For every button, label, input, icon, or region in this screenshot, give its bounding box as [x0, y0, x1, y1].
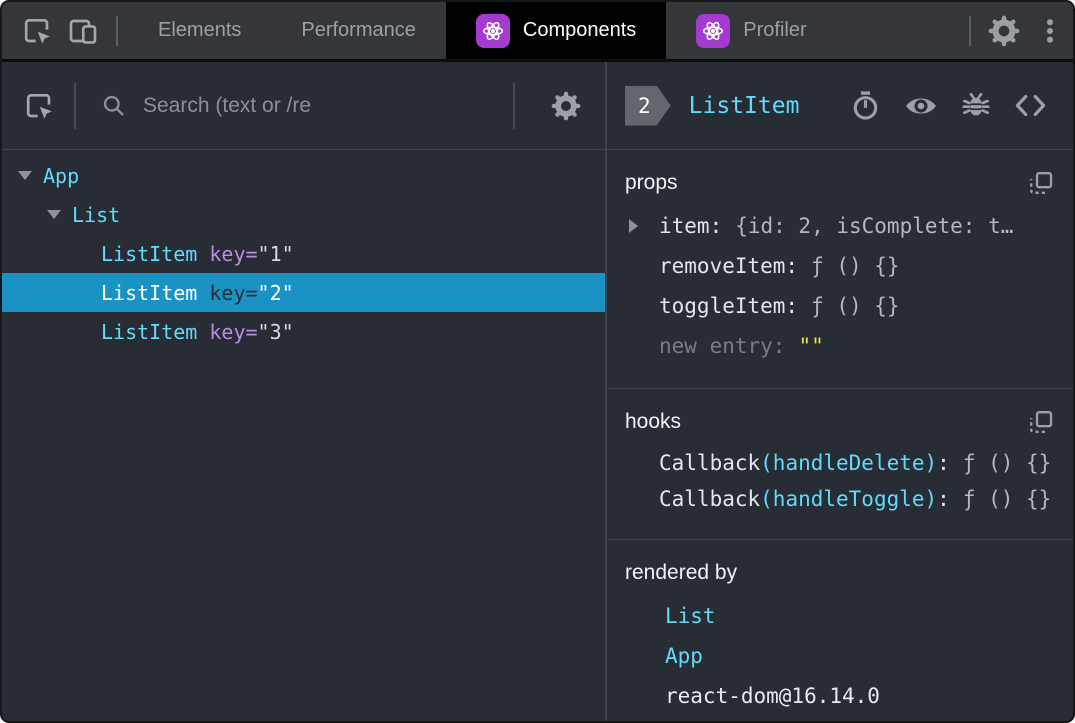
inspect-dom-eye-icon[interactable] — [904, 89, 938, 123]
rendered-by-app[interactable]: App — [615, 636, 1055, 676]
inspect-cursor-icon — [21, 15, 53, 47]
tree-row-listitem-1[interactable]: ListItem key= "1" — [2, 234, 605, 273]
key-value: "3" — [257, 319, 294, 344]
tree-row-listitem-3[interactable]: ListItem key= "3" — [2, 312, 605, 351]
prop-name: item: — [659, 214, 723, 238]
hooks-section-title: hooks — [625, 410, 682, 433]
log-bug-icon[interactable] — [961, 91, 991, 121]
toolbar-separator — [513, 82, 515, 129]
hook-name: Callback — [659, 451, 761, 475]
hook-colon: : — [937, 487, 950, 511]
copy-props-button[interactable] — [1027, 169, 1055, 197]
devtools-tab-bar: Elements Performance Components Profiler — [2, 2, 1073, 62]
device-toolbar-icon — [67, 15, 99, 47]
hook-value: ƒ () {} — [962, 487, 1052, 511]
hook-callback-name: (handleDelete) — [760, 451, 938, 475]
gear-icon — [551, 91, 581, 121]
hook-colon: : — [937, 451, 950, 475]
search-icon — [100, 92, 127, 119]
pick-component-button[interactable] — [16, 90, 62, 122]
tree-settings-button[interactable] — [543, 91, 589, 121]
chevron-right-icon[interactable] — [629, 219, 638, 233]
inspected-component-title: ListItem — [688, 92, 800, 119]
component-name: ListItem — [101, 280, 198, 305]
rendered-by-list[interactable]: List — [615, 596, 1055, 636]
prop-name: removeItem: — [659, 254, 799, 278]
prop-row-removeitem[interactable]: removeItem: ƒ () {} — [615, 246, 1055, 286]
component-name: App — [43, 163, 80, 188]
prop-row-item[interactable]: item: {id: 2, isComplete: t… — [615, 206, 1055, 246]
tab-bar-separator — [116, 15, 118, 46]
hook-value: ƒ () {} — [962, 451, 1052, 475]
components-panel: App List ListItem key="1" ListItem key="… — [2, 62, 1073, 721]
device-toolbar-button[interactable] — [60, 2, 106, 59]
inspect-element-button[interactable] — [14, 2, 60, 59]
prop-row-new-entry[interactable]: new entry: "" — [615, 326, 1055, 366]
new-entry-label: new entry: — [659, 334, 786, 358]
prop-row-toggleitem[interactable]: toggleItem: ƒ () {} — [615, 286, 1055, 326]
tab-performance[interactable]: Performance — [271, 2, 446, 59]
component-tree: App List ListItem key= "1" ListItem key= "… — [2, 150, 605, 721]
tab-bar-separator — [969, 15, 971, 46]
react-logo-icon — [696, 13, 731, 48]
hook-name: Callback — [659, 487, 761, 511]
toolbar-separator — [74, 82, 76, 129]
devtools-window: Elements Performance Components Profiler… — [0, 0, 1075, 723]
owner-link[interactable]: List — [665, 604, 716, 628]
hooks-section: hooks Callback (handleDelete): ƒ () {} C… — [607, 389, 1073, 540]
tree-toolbar — [2, 62, 605, 150]
tab-components[interactable]: Components — [445, 2, 667, 59]
owner-count-badge: 2 — [625, 86, 671, 126]
tree-row-listitem-2-selected[interactable]: ListItem key= "2" — [2, 273, 605, 312]
owner-link[interactable]: App — [665, 644, 703, 668]
component-search — [88, 92, 501, 119]
tab-profiler-label: Profiler — [743, 19, 807, 41]
renderer-version: react-dom@16.14.0 — [665, 684, 880, 708]
gear-icon — [988, 15, 1020, 47]
prop-value: ƒ () {} — [811, 294, 900, 318]
tab-elements-label: Elements — [158, 19, 242, 41]
rendered-by-react-dom: react-dom@16.14.0 — [615, 676, 1055, 716]
copy-hooks-button[interactable] — [1027, 408, 1055, 436]
inspected-component-panel: 2 ListItem props item: {id: 2, isComplet… — [607, 62, 1073, 721]
key-attribute: key= — [209, 280, 258, 305]
props-section-title: props — [625, 171, 678, 194]
tab-performance-label: Performance — [301, 19, 416, 41]
tab-elements[interactable]: Elements — [128, 2, 271, 59]
inspect-cursor-icon — [23, 90, 55, 122]
tab-profiler[interactable]: Profiler — [666, 2, 836, 59]
props-section: props item: {id: 2, isComplete: t… remov… — [607, 150, 1073, 389]
suspense-stopwatch-icon[interactable] — [850, 90, 881, 121]
search-input[interactable] — [143, 93, 501, 118]
chevron-down-icon[interactable] — [47, 210, 61, 219]
inspected-sections: props item: {id: 2, isComplete: t… remov… — [607, 150, 1073, 721]
rendered-by-title: rendered by — [625, 561, 738, 584]
component-name: ListItem — [101, 241, 198, 266]
key-value: "2" — [257, 280, 294, 305]
devtools-menu-button[interactable] — [1027, 2, 1073, 59]
hook-callback-name: (handleToggle) — [760, 487, 938, 511]
chevron-down-icon[interactable] — [18, 171, 32, 180]
component-name: ListItem — [101, 319, 198, 344]
component-name: List — [72, 202, 121, 227]
kebab-menu-icon — [1035, 16, 1065, 46]
tab-components-label: Components — [522, 19, 637, 41]
prop-name: toggleItem: — [659, 294, 799, 318]
key-value: "1" — [257, 241, 294, 266]
key-attribute: key= — [209, 319, 258, 344]
inspected-header: 2 ListItem — [607, 62, 1073, 150]
prop-value: {id: 2, isComplete: t… — [735, 214, 1014, 238]
devtools-settings-button[interactable] — [981, 2, 1027, 59]
rendered-by-section: rendered by List App react-dom@16.14.0 — [607, 540, 1073, 721]
hook-row-handledelete[interactable]: Callback (handleDelete): ƒ () {} — [615, 445, 1055, 481]
prop-value: ƒ () {} — [811, 254, 900, 278]
hook-row-handletoggle[interactable]: Callback (handleToggle): ƒ () {} — [615, 481, 1055, 517]
tree-row-list[interactable]: List — [2, 195, 605, 234]
key-attribute: key= — [209, 241, 258, 266]
tree-row-app[interactable]: App — [2, 156, 605, 195]
component-tree-panel: App List ListItem key="1" ListItem key="… — [2, 62, 607, 721]
new-entry-value-input[interactable]: "" — [798, 334, 823, 358]
view-source-code-icon[interactable] — [1014, 89, 1047, 122]
react-logo-icon — [475, 13, 510, 48]
